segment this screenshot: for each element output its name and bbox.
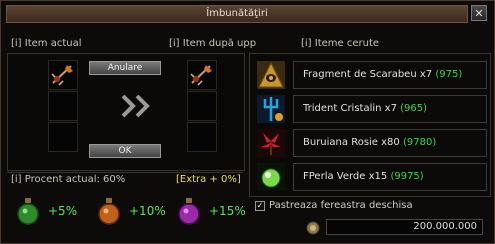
- current-item-slot-3[interactable]: [48, 122, 78, 152]
- result-item-slot-1[interactable]: [187, 60, 217, 90]
- potion-bonus-15: +15%: [209, 204, 246, 218]
- required-item-count: (9975): [390, 171, 424, 182]
- red-herb-icon: [257, 129, 285, 157]
- current-item-slot-2[interactable]: [48, 91, 78, 121]
- required-item-count: (965): [400, 103, 428, 114]
- required-item-row: Fragment de Scarabeu x7 (975): [293, 61, 487, 89]
- orange-potion-icon[interactable]: [96, 197, 122, 225]
- potion-bonus-10: +10%: [129, 204, 166, 218]
- window-title: Îmbunătăţiri: [6, 5, 468, 23]
- required-item-count: (9780): [402, 137, 437, 148]
- required-item-row: Trident Cristalin x7 (965): [293, 95, 487, 123]
- header-current-item: [i] Item actual: [11, 38, 82, 49]
- close-button[interactable]: ✕: [471, 5, 487, 21]
- scarab-fragment-icon: [257, 61, 285, 89]
- required-item-count: (975): [435, 69, 463, 80]
- result-item-slot-2[interactable]: [187, 91, 217, 121]
- double-arrow-icon: [121, 94, 150, 118]
- upgrade-window: Îmbunătăţiri ✕ [i] Item actual [i] Item …: [0, 0, 495, 244]
- header-required-items: [i] Iteme cerute: [301, 38, 380, 49]
- required-item-row: Buruiana Rosie x80 (9780): [293, 129, 487, 157]
- weapon-item-icon: [51, 65, 73, 86]
- header-after-upgrade: [i] Item după upp: [169, 38, 257, 49]
- purple-potion-icon[interactable]: [176, 197, 202, 225]
- weapon-item-icon: [190, 65, 212, 86]
- green-potion-icon[interactable]: [15, 197, 41, 225]
- required-item-name: Fragment de Scarabeu x7: [303, 69, 433, 80]
- keep-open-label: Pastreaza fereastra deschisa: [269, 200, 413, 211]
- ok-button[interactable]: OK: [89, 144, 161, 158]
- required-item-name: FPerla Verde x15: [303, 171, 388, 182]
- required-item-name: Trident Cristalin x7: [303, 103, 397, 114]
- green-pearl-icon: [257, 163, 285, 191]
- money-field: 200.000.000: [326, 219, 483, 235]
- current-item-slot-1[interactable]: [48, 60, 78, 90]
- crystal-trident-icon: [257, 95, 285, 123]
- result-item-slot-3[interactable]: [187, 122, 217, 152]
- gold-coin-icon: [306, 221, 320, 235]
- potion-bonus-5: +5%: [48, 204, 78, 218]
- current-percent-label: [i] Procent actual: 60%: [11, 174, 126, 185]
- extra-percent-label: [Extra + 0%]: [176, 174, 241, 185]
- required-item-name: Buruiana Rosie x80: [303, 137, 400, 148]
- cancel-button[interactable]: Anulare: [89, 61, 161, 75]
- keep-open-checkbox[interactable]: ✓: [255, 201, 265, 211]
- required-item-row: FPerla Verde x15 (9975): [293, 163, 487, 191]
